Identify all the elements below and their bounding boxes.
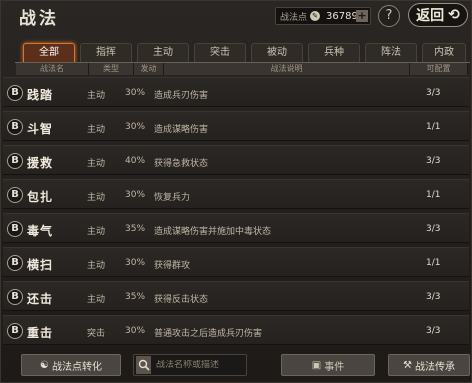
tactic-available: 1/1 — [426, 190, 441, 200]
tactic-description: 造成谋略伤害并施加中毒状态 — [154, 227, 272, 237]
points-value: 36789 — [326, 10, 358, 22]
tactic-type: 主动 — [87, 193, 106, 203]
tactic-rate: 30% — [125, 190, 146, 200]
inherit-label: 战法传承 — [414, 361, 455, 373]
help-button[interactable]: ? — [378, 5, 400, 27]
tab-formation[interactable]: 阵法 — [365, 43, 417, 63]
tactic-name: 践踏 — [27, 88, 54, 102]
tab-passive[interactable]: 被动 — [251, 43, 303, 63]
convert-points-button[interactable]: ☯ 战法点转化 — [21, 354, 121, 376]
tab-active[interactable]: 主动 — [137, 43, 189, 63]
footer-bar: ☯ 战法点转化 ▣ 事件 ⚒ 战法传承 — [1, 350, 472, 383]
tactic-rate: 30% — [125, 258, 146, 268]
back-button[interactable]: 返回 ⟲ — [408, 3, 468, 27]
tab-assault[interactable]: 突击 — [194, 43, 246, 63]
convert-icon: ☯ — [40, 359, 49, 371]
table-header: 战法名 类型 发动 战法说明 可配置 — [16, 63, 468, 75]
page-title: 战法 — [19, 9, 59, 29]
table-row[interactable]: B 包扎 主动 30% 恢复兵力 1/1 — [3, 179, 469, 209]
hammer-icon: ⚒ — [403, 359, 412, 371]
tactic-rate: 30% — [125, 122, 146, 132]
back-arrow-icon: ⟲ — [448, 7, 460, 23]
grade-badge: B — [7, 221, 23, 237]
tactic-available: 3/3 — [426, 326, 441, 336]
tab-all[interactable]: 全部 — [23, 43, 75, 63]
table-row[interactable]: B 还击 主动 35% 获得反击状态 3/3 — [3, 281, 469, 311]
tactics-list: B 践踏 主动 30% 造成兵刃伤害 3/3 B 斗智 主动 30% 造成谋略伤… — [3, 77, 471, 347]
tactic-available: 3/3 — [426, 156, 441, 166]
tactic-name: 横扫 — [27, 258, 54, 272]
tactic-name: 援救 — [27, 156, 54, 170]
tactic-available: 3/3 — [426, 292, 441, 302]
search-box — [133, 354, 247, 376]
tactic-type: 主动 — [87, 261, 106, 271]
table-row[interactable]: B 斗智 主动 30% 造成谋略伤害 1/1 — [3, 111, 469, 141]
tactic-type: 主动 — [87, 295, 106, 305]
tactic-type: 主动 — [87, 227, 106, 237]
tactic-rate: 40% — [125, 156, 146, 166]
header: 战法 战法点 ✎ 36789 + ? 返回 ⟲ — [1, 1, 472, 31]
grade-badge: B — [7, 153, 23, 169]
grade-badge: B — [7, 119, 23, 135]
grade-badge: B — [7, 255, 23, 271]
grade-badge: B — [7, 289, 23, 305]
tactic-name: 重击 — [27, 326, 54, 340]
tab-command[interactable]: 指挥 — [80, 43, 132, 63]
table-row[interactable]: B 重击 突击 30% 普通攻击之后造成兵刃伤害 3/3 — [3, 315, 469, 345]
tactic-name: 毒气 — [27, 224, 54, 238]
tactic-description: 获得群攻 — [154, 261, 191, 271]
tactic-available: 1/1 — [426, 122, 441, 132]
tactic-description: 获得急救状态 — [154, 159, 209, 169]
search-input[interactable] — [156, 360, 246, 370]
grade-badge: B — [7, 187, 23, 203]
tactic-name: 还击 — [27, 292, 54, 306]
tactic-name: 包扎 — [27, 190, 54, 204]
search-icon[interactable] — [136, 356, 151, 374]
column-type: 类型 — [89, 63, 134, 75]
table-row[interactable]: B 横扫 主动 30% 获得群攻 1/1 — [3, 247, 469, 277]
tactic-description: 获得反击状态 — [154, 295, 209, 305]
tactic-description: 造成谋略伤害 — [154, 125, 209, 135]
convert-label: 战法点转化 — [51, 361, 102, 373]
window-frame: 战法 战法点 ✎ 36789 + ? 返回 ⟲ 全部 指挥 主动 突击 被动 兵… — [0, 0, 472, 383]
tactic-description: 普通攻击之后造成兵刃伤害 — [154, 329, 263, 339]
tactic-type: 主动 — [87, 91, 106, 101]
scroll-icon: ▣ — [311, 359, 322, 371]
table-row[interactable]: B 毒气 主动 35% 造成谋略伤害并施加中毒状态 3/3 — [3, 213, 469, 243]
add-points-button[interactable]: + — [356, 10, 368, 22]
tactic-rate: 30% — [125, 326, 146, 336]
grade-badge: B — [7, 85, 23, 101]
events-label: 事件 — [324, 361, 345, 373]
points-label: 战法点 — [280, 12, 308, 23]
tactic-available: 3/3 — [426, 224, 441, 234]
table-row[interactable]: B 援救 主动 40% 获得急救状态 3/3 — [3, 145, 469, 175]
tactic-rate: 30% — [125, 88, 146, 98]
tab-troop-type[interactable]: 兵种 — [308, 43, 360, 63]
feather-coin-icon: ✎ — [310, 11, 321, 21]
tactic-rate: 35% — [125, 292, 146, 302]
category-tabs: 全部 指挥 主动 突击 被动 兵种 阵法 内政 — [23, 43, 466, 63]
grade-badge: B — [7, 323, 23, 339]
tab-internal-affairs[interactable]: 内政 — [422, 43, 466, 63]
column-available: 可配置 — [410, 63, 468, 75]
tactic-description: 造成兵刃伤害 — [154, 91, 209, 101]
back-label: 返回 — [416, 8, 445, 24]
column-description: 战法说明 — [164, 63, 410, 75]
tactic-available: 1/1 — [426, 258, 441, 268]
tactic-rate: 35% — [125, 224, 146, 234]
inherit-tactic-button[interactable]: ⚒ 战法传承 — [388, 354, 470, 376]
tactic-type: 主动 — [87, 125, 106, 135]
column-name: 战法名 — [16, 63, 89, 75]
tactic-description: 恢复兵力 — [154, 193, 191, 203]
events-button[interactable]: ▣ 事件 — [281, 354, 375, 376]
table-row[interactable]: B 践踏 主动 30% 造成兵刃伤害 3/3 — [3, 77, 469, 107]
tactic-points-display: 战法点 ✎ 36789 + — [275, 7, 371, 25]
tactic-type: 突击 — [87, 329, 106, 339]
tactic-name: 斗智 — [27, 122, 54, 136]
tactic-available: 3/3 — [426, 88, 441, 98]
tactic-type: 主动 — [87, 159, 106, 169]
column-rate: 发动 — [134, 63, 164, 75]
